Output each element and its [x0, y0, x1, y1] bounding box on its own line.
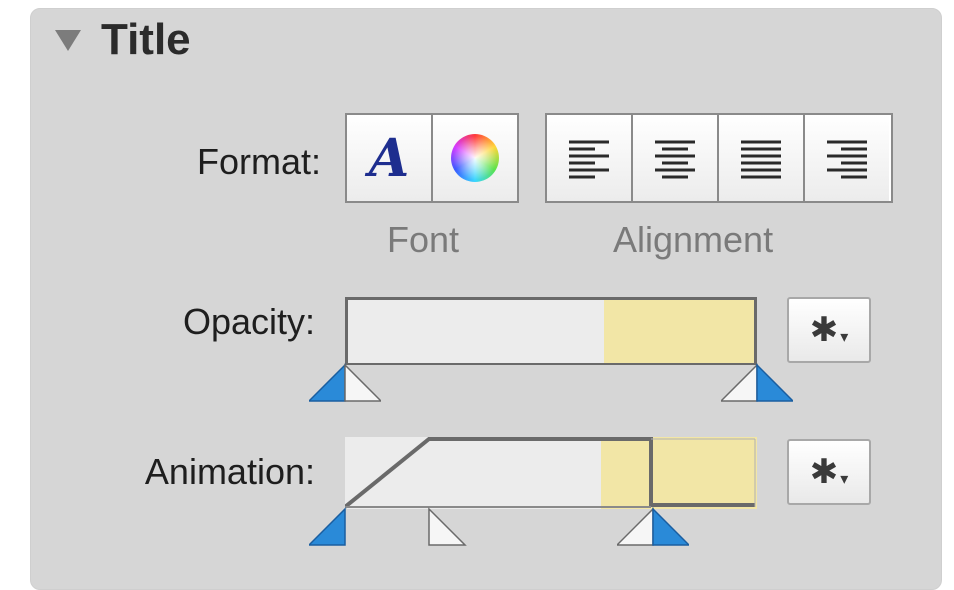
align-right-button[interactable]	[805, 115, 889, 201]
alignment-caption: Alignment	[613, 219, 774, 260]
disclosure-triangle-down-icon[interactable]	[53, 27, 83, 53]
font-button[interactable]: A	[347, 115, 433, 201]
opacity-options-button[interactable]: ✱ ▾	[787, 297, 871, 363]
fade-in-end-marker-icon[interactable]	[427, 505, 467, 547]
end-marker-icon[interactable]	[721, 361, 793, 403]
gear-icon: ✱	[809, 453, 839, 491]
chevron-down-icon: ▾	[840, 471, 849, 488]
color-wheel-icon	[451, 134, 499, 182]
font-button-group: A	[345, 113, 519, 203]
title-inspector-panel: Title Format: A Font Alignment Opacity: …	[30, 8, 942, 590]
gear-icon: ✱	[809, 311, 839, 349]
format-label: Format:	[196, 141, 321, 182]
align-center-button[interactable]	[633, 115, 719, 201]
animation-label: Animation:	[144, 451, 315, 492]
chevron-down-icon: ▾	[840, 329, 849, 346]
animation-timeline[interactable]	[345, 437, 757, 509]
opacity-timeline[interactable]	[345, 297, 757, 365]
align-left-button[interactable]	[547, 115, 633, 201]
start-marker-icon[interactable]	[309, 505, 349, 547]
section-title: Title	[101, 15, 191, 64]
align-center-icon	[655, 140, 695, 179]
opacity-hold-region	[604, 300, 754, 363]
color-button[interactable]	[433, 115, 517, 201]
align-justify-icon	[741, 140, 781, 179]
animation-options-button[interactable]: ✱ ▾	[787, 439, 871, 505]
font-icon: A	[368, 127, 410, 189]
opacity-label: Opacity:	[182, 301, 315, 342]
align-justify-button[interactable]	[719, 115, 805, 201]
font-caption: Font	[387, 219, 460, 260]
hold-end-marker-icon[interactable]	[617, 505, 689, 547]
align-right-icon	[827, 140, 867, 179]
start-marker-icon[interactable]	[309, 361, 381, 403]
alignment-button-group	[545, 113, 893, 203]
align-left-icon	[569, 140, 609, 179]
